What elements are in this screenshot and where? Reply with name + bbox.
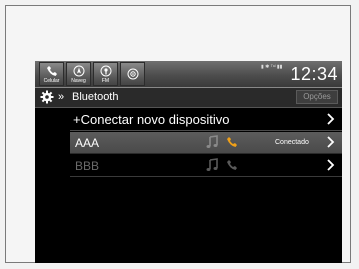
device-list-item[interactable]: BBB — [70, 155, 342, 177]
device-list-item[interactable]: AAA Conectado — [70, 132, 342, 154]
fm-button[interactable]: FM — [93, 62, 118, 86]
device-name: AAA — [75, 136, 100, 150]
fm-button-label: FM — [101, 78, 110, 84]
breadcrumb-arrows: » — [58, 91, 65, 103]
music-note-icon — [206, 158, 218, 171]
options-button[interactable]: Opções — [296, 90, 338, 104]
phone-icon — [46, 66, 57, 76]
navigation-icon — [73, 65, 84, 77]
navigation-button[interactable]: Naveg — [66, 62, 91, 86]
device-name: BBB — [75, 159, 100, 173]
radio-icon — [100, 65, 111, 77]
connect-new-device-label: +Conectar novo dispositivo — [73, 112, 230, 127]
phone-connected-icon — [227, 137, 237, 147]
head-unit-screen: Celular Naveg FM ▮ ✱ ᵀᵃˡ ▮▮ 12:34 » Blue… — [35, 61, 342, 263]
navigation-button-label: Naveg — [71, 78, 86, 84]
phone-icon — [227, 160, 237, 170]
chevron-right-icon — [327, 113, 335, 125]
phone-button[interactable]: Celular — [39, 62, 64, 86]
page-title: Bluetooth — [72, 91, 119, 103]
title-bar: » Bluetooth Opções — [35, 88, 342, 108]
status-bar: Celular Naveg FM ▮ ✱ ᵀᵃˡ ▮▮ 12:34 — [35, 61, 342, 87]
chevron-right-icon — [327, 159, 335, 171]
settings-gear-icon — [40, 90, 54, 104]
connection-status-icons: ▮ ✱ ᵀᵃˡ ▮▮ — [261, 64, 283, 70]
audio-source-button[interactable] — [120, 62, 145, 86]
audio-source-icon — [127, 68, 138, 80]
device-status: Conectado — [275, 139, 309, 146]
chevron-right-icon — [327, 136, 335, 148]
clock: 12:34 — [290, 64, 338, 84]
phone-button-label: Celular — [43, 78, 60, 84]
music-note-icon — [206, 135, 218, 148]
manual-figure-frame: Celular Naveg FM ▮ ✱ ᵀᵃˡ ▮▮ 12:34 » Blue… — [5, 5, 351, 263]
connect-new-device-item[interactable]: +Conectar novo dispositivo — [70, 109, 342, 131]
